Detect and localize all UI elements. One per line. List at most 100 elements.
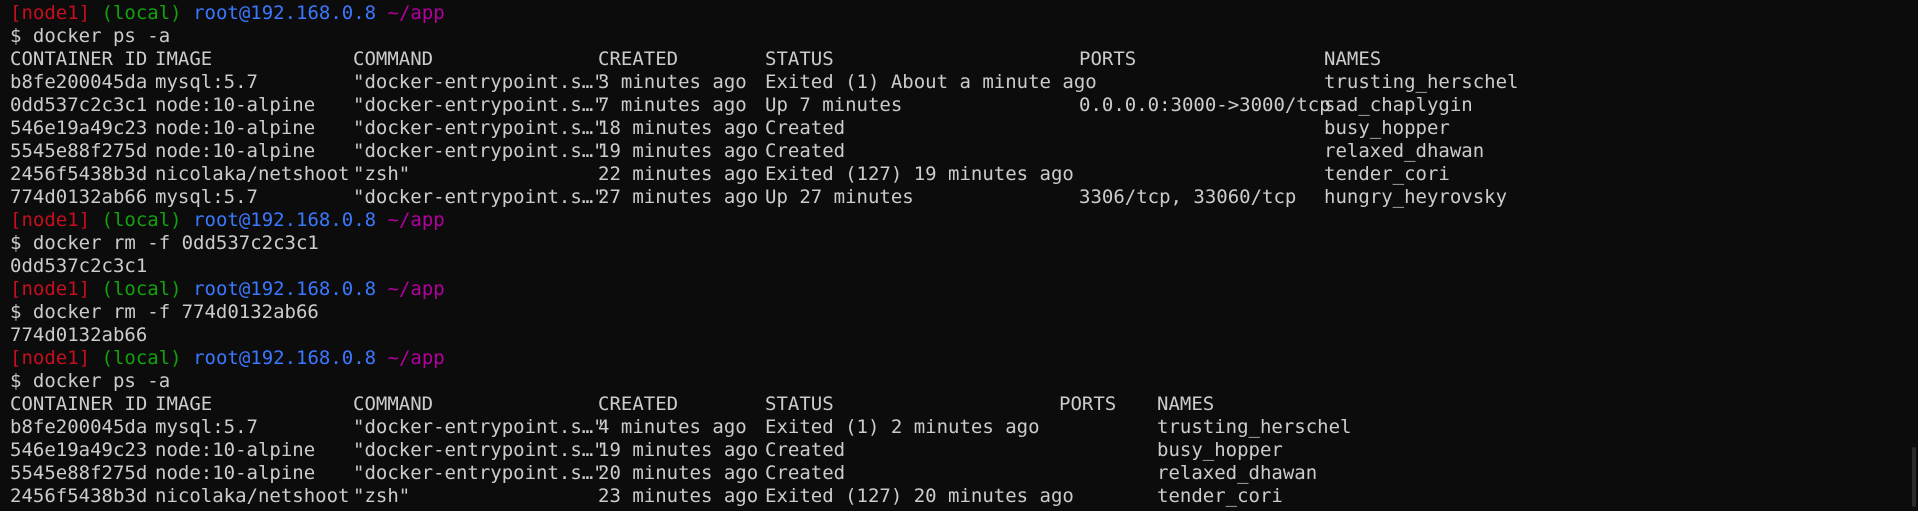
- prompt-line: [node1] (local) root@192.168.0.8 ~/app: [10, 2, 1906, 25]
- column-header: STATUS: [765, 393, 834, 415]
- table-cell: Exited (127) 20 minutes ago: [765, 485, 1074, 507]
- table-cell: 5545e88f275d: [10, 140, 148, 162]
- column-header: IMAGE: [155, 393, 213, 415]
- table-cell: "docker-entrypoint.s…": [353, 117, 605, 139]
- table-row: 546e19a49c23 node:10-alpine "docker-entryp…: [10, 439, 1906, 462]
- table-cell: 19 minutes ago: [598, 439, 759, 461]
- table-cell: node:10-alpine: [155, 140, 316, 162]
- prompt-scope: (local): [101, 2, 182, 24]
- prompt-scope: (local): [101, 278, 182, 300]
- table-cell: node:10-alpine: [155, 462, 316, 484]
- table-cell: busy_hopper: [1324, 117, 1450, 139]
- table-cell: 20 minutes ago: [598, 462, 759, 484]
- table-row: b8fe200045da mysql:5.7 "docker-entrypoint.…: [10, 416, 1906, 439]
- command-output: 0dd537c2c3c1: [10, 255, 148, 277]
- table-cell: b8fe200045da: [10, 416, 148, 438]
- table-cell: 23 minutes ago: [598, 485, 759, 507]
- table-row: 0dd537c2c3c1 node:10-alpine "docker-entryp…: [10, 94, 1906, 117]
- table-cell: tender_cori: [1157, 485, 1283, 507]
- table-cell: hungry_heyrovsky: [1324, 186, 1508, 208]
- table-cell: 0.0.0.0:3000->3000/tcp: [1079, 94, 1331, 116]
- prompt-path: ~/app: [387, 209, 445, 231]
- scrollbar[interactable]: [1908, 0, 1918, 511]
- table-cell: Created: [765, 117, 846, 139]
- table-cell: 0dd537c2c3c1: [10, 94, 148, 116]
- table-row: 5545e88f275d node:10-alpine "docker-entryp…: [10, 462, 1906, 485]
- prompt-path: ~/app: [387, 2, 445, 24]
- command-output: 774d0132ab66: [10, 324, 148, 346]
- table-row: 546e19a49c23 node:10-alpine "docker-entryp…: [10, 117, 1906, 140]
- table-cell: "docker-entrypoint.s…": [353, 439, 605, 461]
- table-cell: "docker-entrypoint.s…": [353, 140, 605, 162]
- table-cell: "docker-entrypoint.s…": [353, 462, 605, 484]
- table-cell: 5545e88f275d: [10, 462, 148, 484]
- table-cell: sad_chaplygin: [1324, 94, 1473, 116]
- table-cell: Exited (1) 2 minutes ago: [765, 416, 1040, 438]
- table-cell: nicolaka/netshoot: [155, 485, 350, 507]
- table-cell: trusting_herschel: [1157, 416, 1352, 438]
- table-cell: "zsh": [353, 163, 411, 185]
- table-cell: Exited (127) 19 minutes ago: [765, 163, 1074, 185]
- command-line: $ docker ps -a: [10, 370, 171, 392]
- prompt-node: [node1]: [10, 278, 91, 300]
- table-cell: b8fe200045da: [10, 71, 148, 93]
- table-cell: Created: [765, 462, 846, 484]
- command-line: $ docker rm -f 774d0132ab66: [10, 301, 319, 323]
- prompt-host: root@192.168.0.8: [193, 278, 377, 300]
- prompt-node: [node1]: [10, 2, 91, 24]
- prompt-node: [node1]: [10, 347, 91, 369]
- table-cell: 7 minutes ago: [598, 94, 747, 116]
- column-header: PORTS: [1059, 393, 1117, 415]
- prompt-line: [node1] (local) root@192.168.0.8 ~/app: [10, 209, 1906, 232]
- table-cell: "docker-entrypoint.s…": [353, 416, 605, 438]
- prompt-host: root@192.168.0.8: [193, 209, 377, 231]
- column-header: IMAGE: [155, 48, 213, 70]
- column-header: CONTAINER ID: [10, 48, 148, 70]
- table-cell: nicolaka/netshoot: [155, 163, 350, 185]
- table-cell: Up 7 minutes: [765, 94, 903, 116]
- table-row: 5545e88f275d node:10-alpine "docker-entryp…: [10, 140, 1906, 163]
- table-cell: busy_hopper: [1157, 439, 1283, 461]
- table-header: CONTAINER ID IMAGE COMMAND CREATED STATUS POR…: [10, 393, 1906, 416]
- table-cell: trusting_herschel: [1324, 71, 1519, 93]
- table-cell: mysql:5.7: [155, 186, 258, 208]
- table-cell: node:10-alpine: [155, 439, 316, 461]
- table-header: CONTAINER ID IMAGE COMMAND CREATED STATUS POR…: [10, 48, 1906, 71]
- table-cell: 546e19a49c23: [10, 117, 148, 139]
- table-cell: node:10-alpine: [155, 117, 316, 139]
- table-cell: tender_cori: [1324, 163, 1450, 185]
- column-header: COMMAND: [353, 393, 434, 415]
- table-cell: node:10-alpine: [155, 94, 316, 116]
- table-row: 774d0132ab66 mysql:5.7 "docker-entrypoint.…: [10, 186, 1906, 209]
- table-cell: "docker-entrypoint.s…": [353, 94, 605, 116]
- table-cell: 3306/tcp, 33060/tcp: [1079, 186, 1297, 208]
- table-cell: Up 27 minutes: [765, 186, 914, 208]
- command-line: $ docker rm -f 0dd537c2c3c1: [10, 232, 319, 254]
- prompt-node: [node1]: [10, 209, 91, 231]
- terminal-output[interactable]: [node1] (local) root@192.168.0.8 ~/app $ …: [10, 2, 1906, 508]
- column-header: PORTS: [1079, 48, 1137, 70]
- table-cell: 546e19a49c23: [10, 439, 148, 461]
- table-cell: 2456f5438b3d: [10, 163, 148, 185]
- table-cell: Created: [765, 140, 846, 162]
- column-header: NAMES: [1324, 48, 1382, 70]
- table-cell: 2456f5438b3d: [10, 485, 148, 507]
- column-header: CREATED: [598, 393, 679, 415]
- prompt-host: root@192.168.0.8: [193, 2, 377, 24]
- table-cell: 3 minutes ago: [598, 71, 747, 93]
- table-cell: relaxed_dhawan: [1157, 462, 1318, 484]
- table-cell: mysql:5.7: [155, 71, 258, 93]
- table-cell: Exited (1) About a minute ago: [765, 71, 1097, 93]
- table-row: 2456f5438b3d nicolaka/netshoot "zsh" 22 min…: [10, 163, 1906, 186]
- scrollbar-thumb[interactable]: [1912, 447, 1916, 507]
- table-cell: "docker-entrypoint.s…": [353, 71, 605, 93]
- table-row: 2456f5438b3d nicolaka/netshoot "zsh" 23 min…: [10, 485, 1906, 508]
- table-cell: Created: [765, 439, 846, 461]
- table-cell: 4 minutes ago: [598, 416, 747, 438]
- prompt-host: root@192.168.0.8: [193, 347, 377, 369]
- column-header: NAMES: [1157, 393, 1215, 415]
- prompt-line: [node1] (local) root@192.168.0.8 ~/app: [10, 347, 1906, 370]
- table-cell: 27 minutes ago: [598, 186, 759, 208]
- table-cell: 18 minutes ago: [598, 117, 759, 139]
- table-cell: "zsh": [353, 485, 411, 507]
